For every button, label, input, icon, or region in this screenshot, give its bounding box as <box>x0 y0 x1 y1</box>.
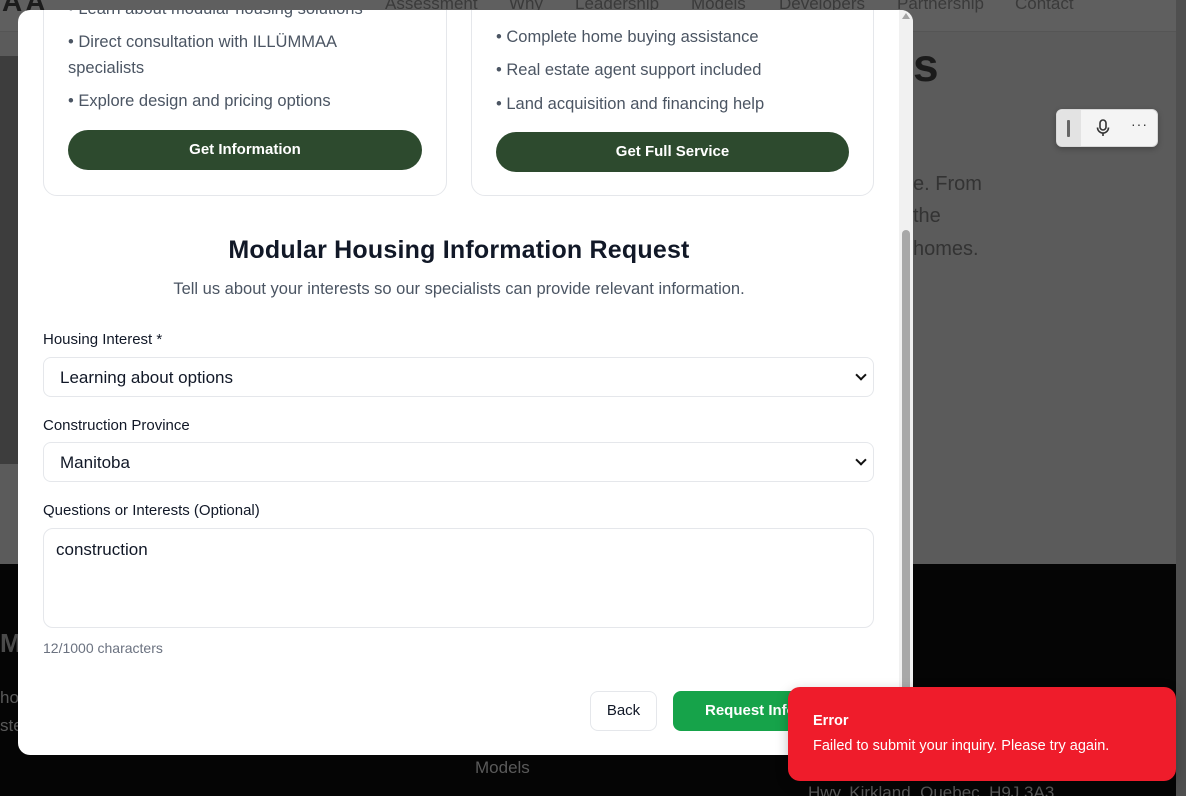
scroll-up-icon[interactable] <box>902 13 910 19</box>
chevron-down-icon <box>855 369 867 381</box>
microphone-icon[interactable] <box>1093 118 1113 138</box>
housing-interest-select[interactable]: Learning about options <box>43 357 874 397</box>
get-full-service-card: • Complete home buying assistance • Real… <box>471 10 874 196</box>
information-request-modal: • Learn about modular housing solutions … <box>18 10 913 755</box>
province-label: Construction Province <box>43 417 190 434</box>
get-information-button[interactable]: Get Information <box>68 130 422 170</box>
questions-textarea[interactable]: construction <box>43 528 874 628</box>
card-bullet: • Real estate agent support included <box>496 61 762 79</box>
footer-address: Hwy, Kirkland, Quebec, H9J 3A3 <box>808 783 1055 796</box>
province-select[interactable]: Manitoba <box>43 442 874 482</box>
hero-text-line: e. From <box>913 173 982 195</box>
footer-link-models[interactable]: Models <box>475 758 530 778</box>
character-count: 12/1000 characters <box>43 640 163 656</box>
hero-image <box>0 56 20 464</box>
questions-label: Questions or Interests (Optional) <box>43 502 260 519</box>
card-bullet: • Direct consultation with ILLÜMMAA <box>68 33 337 51</box>
form-title: Modular Housing Information Request <box>228 236 690 264</box>
floating-voice-toolbar: ··· <box>1056 109 1158 147</box>
get-full-service-button[interactable]: Get Full Service <box>496 132 849 172</box>
back-button[interactable]: Back <box>590 691 657 731</box>
card-bullet: • Land acquisition and financing help <box>496 95 765 113</box>
error-toast[interactable]: Error Failed to submit your inquiry. Ple… <box>788 687 1176 781</box>
card-bullet: • Complete home buying assistance <box>496 28 759 46</box>
housing-interest-label: Housing Interest * <box>43 331 163 348</box>
card-bullet: • Learn about modular housing solutions <box>68 10 363 22</box>
grip-icon[interactable] <box>1057 110 1081 146</box>
hero-text-line: the <box>913 205 941 227</box>
hero-heading: s <box>913 39 939 91</box>
toast-message: Failed to submit your inquiry. Please tr… <box>813 738 1110 754</box>
card-bullet: • Explore design and pricing options <box>68 92 331 110</box>
form-subtitle: Tell us about your interests so our spec… <box>173 280 745 298</box>
page-scrollbar[interactable] <box>1176 0 1186 796</box>
card-bullet: specialists <box>68 59 145 77</box>
get-information-card: • Learn about modular housing solutions … <box>43 10 447 196</box>
province-value: Manitoba <box>60 453 130 472</box>
footer-text-line: ho <box>0 688 19 707</box>
toast-title: Error <box>813 713 849 729</box>
questions-value: construction <box>56 540 148 559</box>
modal-scrollbar[interactable] <box>899 10 913 755</box>
chevron-down-icon <box>855 454 867 466</box>
hero-text-line: homes. <box>913 238 979 260</box>
scrollbar-thumb[interactable] <box>902 230 910 700</box>
nav-link-contact[interactable]: Contact <box>1015 0 1074 14</box>
more-options-icon[interactable]: ··· <box>1131 116 1148 132</box>
housing-interest-value: Learning about options <box>60 368 233 387</box>
